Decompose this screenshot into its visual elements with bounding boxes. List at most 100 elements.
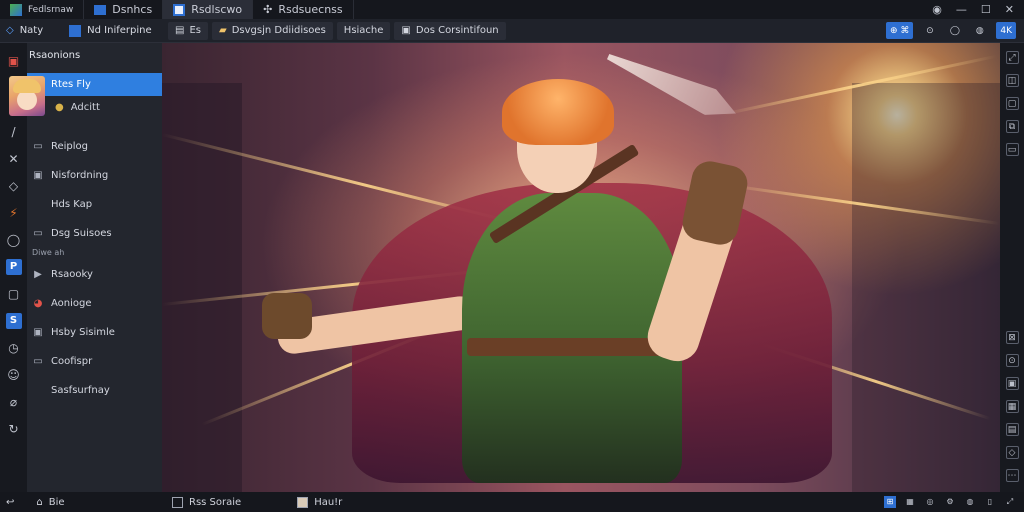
shield-icon[interactable]: ◇ [6,178,22,194]
hero-dagger [602,44,741,127]
home-outline-icon[interactable]: ⌂ [36,497,42,508]
tab-dsnhcs[interactable]: Dsnhcs [84,0,164,19]
clock-icon[interactable]: ◷ [6,340,22,356]
face-icon[interactable]: ☺ [6,367,22,383]
network-icon[interactable]: ◍ [964,496,976,508]
sidebar-item-globe[interactable]: ◕ Aonioge [27,289,162,318]
statusbar-left-label[interactable]: Bie [49,497,65,508]
game-canvas[interactable] [162,43,1000,492]
toolbar-pill-corsintifoun[interactable]: ▣ Dos Corsintifoun [394,21,506,40]
sidebar-item-label: Hds Kap [51,199,93,210]
sidebar-item-file[interactable]: ▣ Hsby Sisimle [27,318,162,347]
location-icon[interactable]: ◎ [924,496,936,508]
chat-icon[interactable]: ◯ [6,232,22,248]
rail-window-icon[interactable]: ▢ [1005,97,1019,110]
document-icon: ▭ [33,355,43,367]
p-app-icon[interactable]: P [5,259,22,275]
sidebar-header-label: Rsaonions [29,49,81,61]
toolbar-right: ⊕ ⌘ ⊙ ◯ ◍ 4K [885,22,1024,39]
sidebar-active-label: Rtes Fly [51,79,91,90]
hero-hair [502,79,614,145]
minimize-icon[interactable]: — [956,3,967,16]
tab-label: Rsdsuecnss [278,3,343,16]
resolution-button[interactable]: 4K [996,22,1016,39]
rail-tool-icon[interactable]: ⊠ [1005,331,1019,344]
rail-expand-icon[interactable]: ⤢ [1005,51,1019,64]
sidebar-item-label: Dsg Suisoes [51,228,112,239]
close-icon[interactable]: ✕ [1005,3,1014,16]
rail-volume-icon[interactable]: ◫ [1005,74,1019,87]
camera-button[interactable]: ◍ [971,22,988,39]
tab-app-label: Fedlsrnaw [28,4,74,15]
sidebar-item-kap[interactable]: Hds Kap [27,190,162,219]
rail-shake-icon[interactable]: ◇ [1005,446,1019,459]
sidebar-item-play[interactable]: ▶ Rsaooky [27,260,162,289]
hero-left-glove [262,293,312,339]
close-x-icon[interactable]: ✕ [6,151,22,167]
hero-belt [467,338,677,356]
tab-label: Dsnhcs [112,3,153,16]
statusbar-tab[interactable]: Rss Soraie [162,492,251,512]
toolbar-left-label[interactable]: Naty [20,25,43,36]
sidebar-item-monitor[interactable]: ▣ Nisfordning [27,161,162,190]
toolbar-pill-hsiache[interactable]: Hsiache [336,21,391,40]
expand-icon[interactable]: ⤢ [1004,496,1016,508]
rail-shot-icon[interactable]: ⊙ [1005,354,1019,367]
sidebar-item-label: Reiplog [51,141,89,152]
back-icon[interactable]: ↩ [6,497,14,508]
rail-record-icon[interactable]: ▣ [1005,377,1019,390]
sidebar-item-label: Coofispr [51,356,93,367]
tray-app-icon[interactable]: ⊞ [884,496,896,508]
sidebar-item-settings[interactable]: ▭ Dsg Suisoes [27,219,162,248]
sidebar-item-display[interactable]: ▭ Reiplog [27,132,162,161]
rail-folder-icon[interactable]: ▤ [1005,423,1019,436]
tab-settings[interactable]: ✣ Rsdsuecnss [253,0,354,19]
app-label[interactable]: Nd Iniferpine [87,25,151,36]
statusbar-right: ⊞ ▦ ◎ ⚙ ◍ ▯ ⤢ [884,496,1024,508]
refresh-icon[interactable]: ↻ [6,421,22,437]
help-icon[interactable]: ◉ [932,3,942,16]
tab-app[interactable]: Fedlsrnaw [0,0,85,19]
maximize-icon[interactable]: ☐ [981,3,991,16]
sidebar-item-label: Rsaooky [51,269,93,280]
rail-more-icon[interactable]: ⋯ [1005,469,1019,482]
avatar[interactable] [9,76,45,116]
keyboard-icon[interactable]: ▦ [904,496,916,508]
settings-icon: ▭ [33,227,43,239]
toolbar-pill-es[interactable]: ▤ Es [168,21,208,40]
rail-screen-icon[interactable]: ▭ [1005,143,1019,156]
sidebar-item-active[interactable]: Rtes Fly [27,73,162,96]
app-store-icon[interactable]: ▣ [6,53,22,69]
sidebar-sub-item[interactable]: ● Adcitt [27,96,162,118]
blank-icon [32,199,44,211]
record-button[interactable]: ◯ [946,22,963,39]
statusbar-tab[interactable]: Hau!r [287,492,352,512]
image-icon[interactable]: / [6,124,22,140]
s-app-icon[interactable]: S [5,313,22,329]
tab-game[interactable]: Rsdlscwo [163,0,254,19]
home-icon[interactable]: ◇ [6,25,14,36]
rail-image-icon[interactable]: ▦ [1005,400,1019,413]
sidebar-sub-label: Adcitt [70,101,100,113]
toolbar-left: ◇ Naty Nd Iniferpine [0,24,162,37]
toolbar-pill-game[interactable]: ▰ Dsvgsjn Ddiidisoes [211,21,333,40]
monitor-icon: ▣ [33,169,43,181]
square-icon[interactable]: ▢ [6,286,22,302]
bolt-icon[interactable]: ⚡ [6,205,22,221]
settings-icon[interactable]: ⚙ [944,496,956,508]
sidebar-item-label: Nisfordning [51,170,109,181]
window-icon [172,496,183,508]
sidebar-item-document[interactable]: ▭ Coofispr [27,347,162,376]
keyboard-button[interactable]: ⊙ [921,22,938,39]
sidebar: Rsaonions Rtes Fly ● Adcitt ▭ Reiplog ▣ … [27,43,162,492]
folder-icon: ▰ [218,25,227,36]
link-icon[interactable]: ⌀ [6,394,22,410]
pill-label: Es [189,25,201,36]
phone-icon[interactable]: ▯ [984,496,996,508]
sidebar-item-survey[interactable]: Sasfsurfnay [27,376,162,405]
window-icon [94,4,107,15]
play-icon: ▶ [34,268,42,280]
fullscreen-button[interactable]: ⊕ ⌘ [885,22,914,39]
window-controls: ◉ — ☐ ✕ [932,3,1024,16]
rail-copy-icon[interactable]: ⧉ [1005,120,1019,133]
